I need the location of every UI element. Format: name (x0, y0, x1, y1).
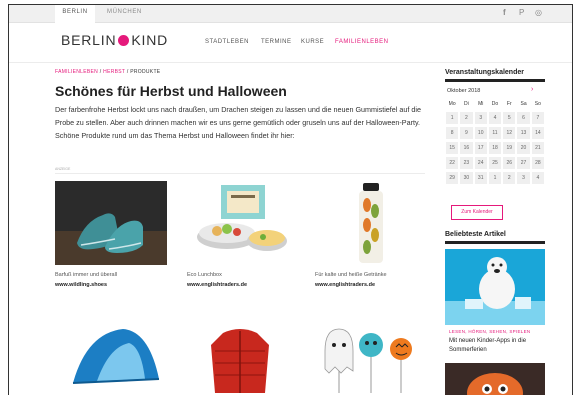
calendar-day[interactable]: 23 (460, 157, 473, 169)
calendar-day[interactable]: 2 (503, 172, 516, 184)
popular-articles-rule (445, 241, 545, 244)
product-image-thermos[interactable] (315, 181, 427, 265)
calendar-day[interactable]: 7 (531, 112, 544, 124)
city-tab-muenchen[interactable]: MÜNCHEN (107, 9, 142, 15)
product-link[interactable]: www.wildling.shoes (55, 282, 107, 288)
nav-item-familienleben[interactable]: FAMILIENLEBEN (335, 39, 389, 45)
calendar-day[interactable]: 14 (531, 127, 544, 139)
nav-item-kurse[interactable]: KURSE (301, 39, 324, 45)
calendar-day[interactable]: 1 (446, 112, 459, 124)
calendar-day[interactable]: 21 (531, 142, 544, 154)
city-switcher-bar: BERLIN MÜNCHEN f P ◎ (9, 5, 572, 23)
breadcrumb-herbst[interactable]: HERBST (103, 69, 125, 75)
logo-text-right: KIND (131, 32, 169, 48)
calendar-day[interactable]: 1 (488, 172, 502, 184)
content-divider (55, 173, 425, 174)
calendar-day[interactable]: 24 (474, 157, 487, 169)
calendar-day[interactable]: 20 (517, 142, 530, 154)
calendar-next-icon[interactable]: › (531, 86, 533, 93)
product-link[interactable]: www.englishtraders.de (315, 282, 375, 288)
calendar-grid: Mo Di Mi Do Fr Sa So 1 2 3 4 5 6 7 8 9 1… (445, 100, 545, 184)
instagram-icon[interactable]: ◎ (535, 8, 542, 17)
calendar-day[interactable]: 10 (474, 127, 487, 139)
calendar-title-rule (445, 79, 545, 82)
logo-dot-icon (118, 34, 130, 46)
calendar-day[interactable]: 17 (474, 142, 487, 154)
calendar-day[interactable]: 13 (517, 127, 530, 139)
nav-item-termine[interactable]: TERMINE (261, 39, 292, 45)
weekday-label: Do (491, 101, 499, 107)
calendar-day[interactable]: 2 (460, 112, 473, 124)
calendar-day[interactable]: 27 (517, 157, 530, 169)
weekday-label: Di (464, 101, 469, 107)
breadcrumb-current: PRODUKTE (130, 69, 161, 75)
product-image-eco-lunchbox[interactable] (187, 181, 299, 265)
article-intro: Der farbenfrohe Herbst lockt uns nach dr… (55, 105, 421, 140)
calendar-day[interactable]: 31 (474, 172, 487, 184)
weekday-label: So (534, 101, 541, 107)
nav-item-stadtleben[interactable]: STADTLEBEN (205, 39, 249, 45)
calendar-day[interactable]: 28 (531, 157, 544, 169)
page-title: Schönes für Herbst und Halloween (55, 83, 287, 99)
calendar-day[interactable]: 26 (503, 157, 516, 169)
product-caption: Barfuß immer und überall (55, 272, 118, 278)
calendar-day[interactable]: 16 (460, 142, 473, 154)
breadcrumb: FAMILIENLEBEN / HERBST / PRODUKTE (55, 69, 160, 75)
calendar-day[interactable]: 4 (531, 172, 544, 184)
calendar-day[interactable]: 19 (503, 142, 516, 154)
calendar-day[interactable]: 30 (460, 172, 473, 184)
header-divider (9, 62, 572, 63)
calendar-month: Oktober 2018 (447, 88, 481, 94)
calendar-day[interactable]: 4 (488, 112, 502, 124)
calendar-day[interactable]: 18 (488, 142, 502, 154)
ad-label: ANZEIGE (55, 167, 71, 171)
product-image-down-jacket[interactable] (205, 323, 275, 393)
weekday-label: Sa (520, 101, 527, 107)
calendar-day[interactable]: 8 (446, 127, 459, 139)
calendar-day[interactable]: 9 (460, 127, 473, 139)
product-caption: Eco Lunchbox (187, 272, 222, 278)
popular-articles-title: Beliebteste Artikel (445, 231, 506, 238)
calendar-day[interactable]: 22 (446, 157, 459, 169)
product-caption: Für kalte und heiße Getränke (315, 272, 387, 278)
city-tab-berlin[interactable]: BERLIN (55, 5, 95, 23)
calendar-day[interactable]: 15 (446, 142, 459, 154)
weekday-label: Fr (506, 101, 512, 107)
calendar-day[interactable]: 3 (474, 112, 487, 124)
weekday-label: Mi (478, 101, 484, 107)
calendar-title: Veranstaltungskalender (445, 69, 524, 76)
calendar-day[interactable]: 6 (517, 112, 530, 124)
popular-article-image[interactable] (445, 249, 545, 325)
pinterest-icon[interactable]: P (519, 8, 524, 17)
site-logo[interactable]: BERLIN KIND (61, 32, 168, 48)
weekday-label: Mo (448, 101, 456, 107)
browser-page: BERLIN MÜNCHEN f P ◎ BERLIN KIND STADTLE… (8, 4, 573, 395)
calendar-day[interactable]: 11 (488, 127, 502, 139)
product-link[interactable]: www.englishtraders.de (187, 282, 247, 288)
calendar-day[interactable]: 12 (503, 127, 516, 139)
calendar-day[interactable]: 29 (446, 172, 459, 184)
to-calendar-button[interactable]: Zum Kalender (451, 205, 503, 220)
breadcrumb-familienleben[interactable]: FAMILIENLEBEN (55, 69, 98, 75)
product-image-halloween-lollipops[interactable] (321, 323, 421, 393)
calendar-day[interactable]: 3 (517, 172, 530, 184)
logo-text-left: BERLIN (61, 32, 117, 48)
product-image-barefoot-shoes[interactable] (55, 181, 167, 265)
popular-article-title[interactable]: Mit neuen Kinder-Apps in die Sommerferie… (449, 337, 545, 355)
calendar-day[interactable]: 25 (488, 157, 502, 169)
product-image-tent[interactable] (67, 323, 163, 393)
popular-article-image-2[interactable] (445, 363, 545, 395)
popular-article-tag[interactable]: LESEN, HÖREN, SEHEN, SPIELEN (449, 329, 530, 334)
facebook-icon[interactable]: f (503, 8, 506, 17)
calendar-day[interactable]: 5 (503, 112, 516, 124)
